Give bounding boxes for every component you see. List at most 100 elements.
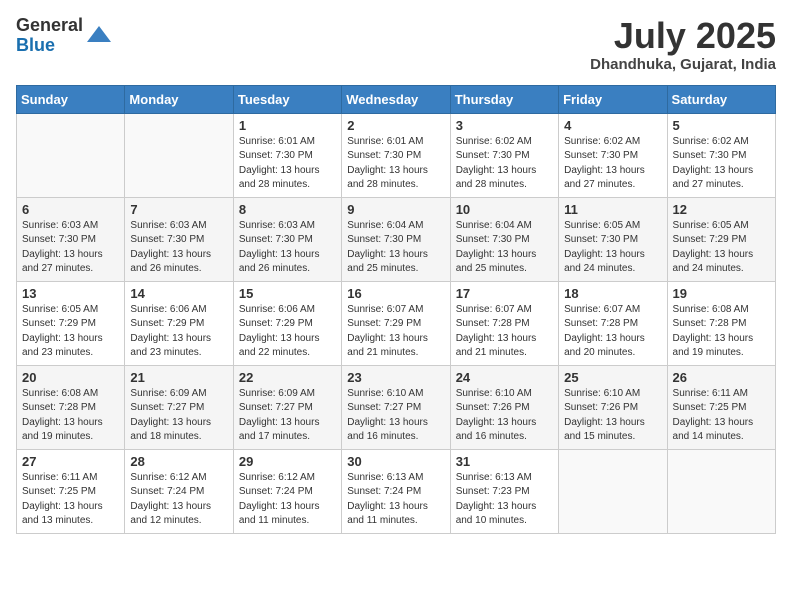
calendar-cell: 3 Sunrise: 6:02 AMSunset: 7:30 PMDaylight… bbox=[450, 113, 558, 197]
day-number: 7 bbox=[130, 202, 227, 217]
logo-icon bbox=[85, 22, 113, 50]
calendar-cell bbox=[125, 113, 233, 197]
calendar-cell: 8 Sunrise: 6:03 AMSunset: 7:30 PMDaylight… bbox=[233, 197, 341, 281]
day-info: Sunrise: 6:02 AMSunset: 7:30 PMDaylight:… bbox=[456, 135, 553, 193]
day-info: Sunrise: 6:09 AMSunset: 7:27 PMDaylight:… bbox=[130, 387, 227, 445]
calendar-cell: 14Sunrise: 6:06 AMSunset: 7:29 PMDayligh… bbox=[125, 281, 233, 365]
day-info: Sunrise: 6:03 AMSunset: 7:30 PMDaylight:… bbox=[239, 219, 336, 277]
day-of-week-header: Sunday bbox=[17, 85, 125, 113]
day-number: 27 bbox=[22, 454, 119, 469]
calendar-cell: 10 Sunrise: 6:04 AMSunset: 7:30 PMDayligh… bbox=[450, 197, 558, 281]
day-info: Sunrise: 6:01 AMSunset: 7:30 PMDaylight:… bbox=[239, 135, 336, 193]
day-number: 2 bbox=[347, 118, 444, 133]
calendar-cell: 13Sunrise: 6:05 AMSunset: 7:29 PMDayligh… bbox=[17, 281, 125, 365]
day-number: 29 bbox=[239, 454, 336, 469]
calendar-cell bbox=[559, 449, 667, 533]
day-number: 3 bbox=[456, 118, 553, 133]
calendar-week-row: 20Sunrise: 6:08 AMSunset: 7:28 PMDayligh… bbox=[17, 365, 776, 449]
day-number: 26 bbox=[673, 370, 770, 385]
calendar-cell: 15 Sunrise: 6:06 AMSunset: 7:29 PMDayligh… bbox=[233, 281, 341, 365]
calendar-cell: 19Sunrise: 6:08 AMSunset: 7:28 PMDayligh… bbox=[667, 281, 775, 365]
day-info: Sunrise: 6:09 AMSunset: 7:27 PMDaylight:… bbox=[239, 387, 336, 445]
day-info: Sunrise: 6:06 AMSunset: 7:29 PMDaylight:… bbox=[239, 303, 336, 361]
day-of-week-header: Saturday bbox=[667, 85, 775, 113]
day-info: Sunrise: 6:05 AMSunset: 7:30 PMDaylight:… bbox=[564, 219, 661, 277]
calendar-cell: 31 Sunrise: 6:13 AMSunset: 7:23 PMDayligh… bbox=[450, 449, 558, 533]
calendar-cell: 17 Sunrise: 6:07 AMSunset: 7:28 PMDayligh… bbox=[450, 281, 558, 365]
day-number: 30 bbox=[347, 454, 444, 469]
day-info: Sunrise: 6:03 AMSunset: 7:30 PMDaylight:… bbox=[130, 219, 227, 277]
day-number: 14 bbox=[130, 286, 227, 301]
calendar-cell: 22 Sunrise: 6:09 AMSunset: 7:27 PMDayligh… bbox=[233, 365, 341, 449]
day-info: Sunrise: 6:13 AMSunset: 7:23 PMDaylight:… bbox=[456, 471, 553, 529]
calendar-cell: 26 Sunrise: 6:11 AMSunset: 7:25 PMDayligh… bbox=[667, 365, 775, 449]
day-number: 9 bbox=[347, 202, 444, 217]
calendar-table: SundayMondayTuesdayWednesdayThursdayFrid… bbox=[16, 85, 776, 534]
calendar-cell: 1 Sunrise: 6:01 AMSunset: 7:30 PMDaylight… bbox=[233, 113, 341, 197]
calendar-cell: 5Sunrise: 6:02 AMSunset: 7:30 PMDaylight… bbox=[667, 113, 775, 197]
day-info: Sunrise: 6:05 AMSunset: 7:29 PMDaylight:… bbox=[673, 219, 770, 277]
day-of-week-header: Tuesday bbox=[233, 85, 341, 113]
month-year-title: July 2025 bbox=[590, 16, 776, 56]
calendar-week-row: 27 Sunrise: 6:11 AMSunset: 7:25 PMDayligh… bbox=[17, 449, 776, 533]
day-number: 22 bbox=[239, 370, 336, 385]
logo-general: General bbox=[16, 15, 83, 35]
calendar-week-row: 13Sunrise: 6:05 AMSunset: 7:29 PMDayligh… bbox=[17, 281, 776, 365]
calendar-cell: 6Sunrise: 6:03 AMSunset: 7:30 PMDaylight… bbox=[17, 197, 125, 281]
page-header: General Blue July 2025 Dhandhuka, Gujara… bbox=[16, 16, 776, 73]
calendar-week-row: 6Sunrise: 6:03 AMSunset: 7:30 PMDaylight… bbox=[17, 197, 776, 281]
calendar-cell: 9 Sunrise: 6:04 AMSunset: 7:30 PMDaylight… bbox=[342, 197, 450, 281]
day-info: Sunrise: 6:05 AMSunset: 7:29 PMDaylight:… bbox=[22, 303, 119, 361]
calendar-cell: 21Sunrise: 6:09 AMSunset: 7:27 PMDayligh… bbox=[125, 365, 233, 449]
calendar-cell: 2 Sunrise: 6:01 AMSunset: 7:30 PMDaylight… bbox=[342, 113, 450, 197]
day-number: 23 bbox=[347, 370, 444, 385]
calendar-cell bbox=[667, 449, 775, 533]
day-info: Sunrise: 6:02 AMSunset: 7:30 PMDaylight:… bbox=[673, 135, 770, 193]
day-number: 16 bbox=[347, 286, 444, 301]
day-number: 17 bbox=[456, 286, 553, 301]
calendar-cell: 18 Sunrise: 6:07 AMSunset: 7:28 PMDayligh… bbox=[559, 281, 667, 365]
calendar-cell: 29 Sunrise: 6:12 AMSunset: 7:24 PMDayligh… bbox=[233, 449, 341, 533]
day-number: 10 bbox=[456, 202, 553, 217]
day-number: 4 bbox=[564, 118, 661, 133]
calendar-cell: 27 Sunrise: 6:11 AMSunset: 7:25 PMDayligh… bbox=[17, 449, 125, 533]
day-info: Sunrise: 6:07 AMSunset: 7:28 PMDaylight:… bbox=[456, 303, 553, 361]
logo-blue: Blue bbox=[16, 35, 55, 55]
day-of-week-header: Monday bbox=[125, 85, 233, 113]
day-info: Sunrise: 6:12 AMSunset: 7:24 PMDaylight:… bbox=[239, 471, 336, 529]
day-info: Sunrise: 6:13 AMSunset: 7:24 PMDaylight:… bbox=[347, 471, 444, 529]
day-number: 18 bbox=[564, 286, 661, 301]
calendar-cell: 25Sunrise: 6:10 AMSunset: 7:26 PMDayligh… bbox=[559, 365, 667, 449]
day-number: 20 bbox=[22, 370, 119, 385]
day-info: Sunrise: 6:02 AMSunset: 7:30 PMDaylight:… bbox=[564, 135, 661, 193]
day-info: Sunrise: 6:07 AMSunset: 7:28 PMDaylight:… bbox=[564, 303, 661, 361]
day-number: 28 bbox=[130, 454, 227, 469]
day-info: Sunrise: 6:10 AMSunset: 7:27 PMDaylight:… bbox=[347, 387, 444, 445]
calendar-week-row: 1 Sunrise: 6:01 AMSunset: 7:30 PMDaylight… bbox=[17, 113, 776, 197]
day-info: Sunrise: 6:04 AMSunset: 7:30 PMDaylight:… bbox=[347, 219, 444, 277]
day-info: Sunrise: 6:12 AMSunset: 7:24 PMDaylight:… bbox=[130, 471, 227, 529]
calendar-cell: 20Sunrise: 6:08 AMSunset: 7:28 PMDayligh… bbox=[17, 365, 125, 449]
calendar-cell: 11 Sunrise: 6:05 AMSunset: 7:30 PMDayligh… bbox=[559, 197, 667, 281]
day-info: Sunrise: 6:11 AMSunset: 7:25 PMDaylight:… bbox=[673, 387, 770, 445]
calendar-header-row: SundayMondayTuesdayWednesdayThursdayFrid… bbox=[17, 85, 776, 113]
day-number: 31 bbox=[456, 454, 553, 469]
calendar-cell: 12Sunrise: 6:05 AMSunset: 7:29 PMDayligh… bbox=[667, 197, 775, 281]
day-number: 11 bbox=[564, 202, 661, 217]
day-of-week-header: Friday bbox=[559, 85, 667, 113]
day-info: Sunrise: 6:11 AMSunset: 7:25 PMDaylight:… bbox=[22, 471, 119, 529]
calendar-cell: 24Sunrise: 6:10 AMSunset: 7:26 PMDayligh… bbox=[450, 365, 558, 449]
day-number: 8 bbox=[239, 202, 336, 217]
day-info: Sunrise: 6:10 AMSunset: 7:26 PMDaylight:… bbox=[564, 387, 661, 445]
day-of-week-header: Thursday bbox=[450, 85, 558, 113]
day-info: Sunrise: 6:01 AMSunset: 7:30 PMDaylight:… bbox=[347, 135, 444, 193]
day-info: Sunrise: 6:10 AMSunset: 7:26 PMDaylight:… bbox=[456, 387, 553, 445]
calendar-cell: 4 Sunrise: 6:02 AMSunset: 7:30 PMDaylight… bbox=[559, 113, 667, 197]
calendar-cell: 28 Sunrise: 6:12 AMSunset: 7:24 PMDayligh… bbox=[125, 449, 233, 533]
logo: General Blue bbox=[16, 16, 113, 56]
title-block: July 2025 Dhandhuka, Gujarat, India bbox=[590, 16, 776, 73]
day-number: 1 bbox=[239, 118, 336, 133]
day-info: Sunrise: 6:04 AMSunset: 7:30 PMDaylight:… bbox=[456, 219, 553, 277]
day-number: 15 bbox=[239, 286, 336, 301]
day-info: Sunrise: 6:03 AMSunset: 7:30 PMDaylight:… bbox=[22, 219, 119, 277]
